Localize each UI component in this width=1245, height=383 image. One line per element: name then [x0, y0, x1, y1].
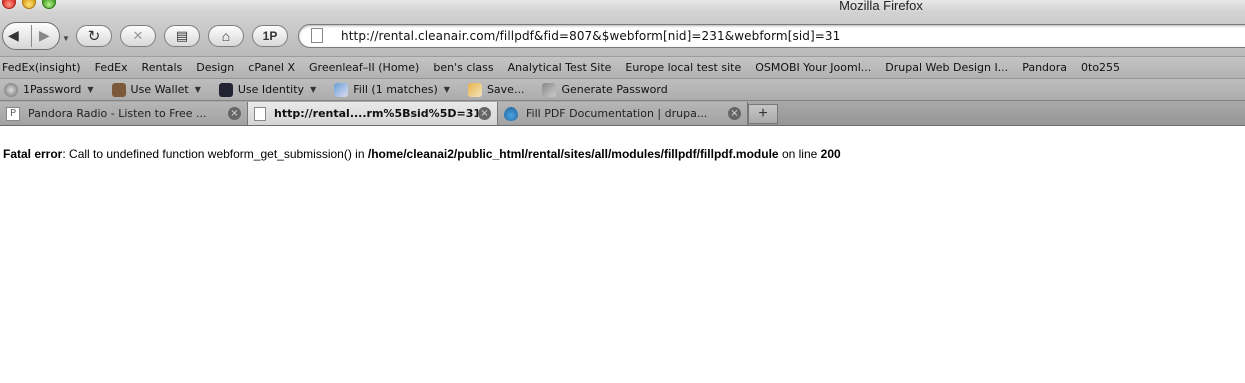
- stop-icon: ✕: [132, 28, 144, 43]
- chevron-down-icon: ▼: [194, 85, 201, 94]
- blank-page-icon: [254, 106, 266, 121]
- onepassword-menu-label: 1Password: [23, 83, 82, 96]
- onepassword-icon: [4, 82, 18, 97]
- use-wallet-menu[interactable]: Use Wallet ▼: [108, 82, 201, 97]
- window-title: Mozilla Firefox: [839, 0, 923, 13]
- tab-fillpdf-documentation[interactable]: Fill PDF Documentation | drupa... ×: [498, 102, 748, 125]
- fill-label: Fill (1 matches): [353, 83, 438, 96]
- fill-icon: [334, 82, 349, 97]
- close-tab-icon[interactable]: ×: [478, 107, 491, 120]
- bookmark-greenleaf[interactable]: Greenleaf–II (Home): [309, 61, 419, 74]
- navigation-toolbar: ◀ ▶ ▼ ↻ ✕ ▤ ⌂ 1P http://rental.cleanair.…: [0, 14, 1245, 56]
- bookmark-europe-local-test-site[interactable]: Europe local test site: [625, 61, 741, 74]
- chevron-down-icon: ▼: [87, 85, 94, 94]
- bookmark-bens-class[interactable]: ben's class: [433, 61, 493, 74]
- error-label: Fatal error: [3, 147, 63, 161]
- onepassword-label: 1P: [262, 29, 278, 43]
- onepassword-toolbar: 1Password ▼ Use Wallet ▼ Use Identity ▼ …: [0, 78, 1245, 100]
- bookmark-fedex-insight[interactable]: FedEx(insight): [2, 61, 81, 74]
- new-tab-button[interactable]: +: [748, 104, 778, 124]
- print-button[interactable]: ▤: [164, 25, 200, 47]
- fill-menu[interactable]: Fill (1 matches) ▼: [330, 82, 450, 97]
- chevron-down-icon: ▼: [443, 85, 450, 94]
- save-login-button[interactable]: Save...: [464, 82, 525, 97]
- home-button[interactable]: ⌂: [208, 25, 244, 47]
- divider: [31, 25, 32, 47]
- back-arrow-icon[interactable]: ◀: [8, 27, 19, 44]
- generate-password-icon: [542, 82, 557, 97]
- bookmark-rentals[interactable]: Rentals: [142, 61, 183, 74]
- tab-rental-fillpdf[interactable]: http://rental....rm%5Bsid%5D=31 ×: [248, 102, 498, 125]
- tab-pandora[interactable]: P Pandora Radio - Listen to Free ... ×: [0, 102, 248, 125]
- bookmark-drupal-web-design[interactable]: Drupal Web Design I...: [885, 61, 1008, 74]
- error-text: : Call to undefined function webform_get…: [62, 147, 368, 161]
- home-icon: ⌂: [221, 28, 231, 44]
- pandora-favicon-icon: P: [6, 106, 20, 121]
- tab-title: http://rental....rm%5Bsid%5D=31: [274, 107, 478, 120]
- error-on-line-text: on line: [778, 147, 821, 161]
- tab-title: Fill PDF Documentation | drupa...: [526, 107, 708, 120]
- bookmark-0to255[interactable]: 0to255: [1081, 61, 1120, 74]
- page-icon: [311, 28, 323, 43]
- bookmark-fedex[interactable]: FedEx: [95, 61, 128, 74]
- use-wallet-label: Use Wallet: [130, 83, 189, 96]
- chevron-down-icon: ▼: [310, 85, 317, 94]
- close-tab-icon[interactable]: ×: [728, 107, 741, 120]
- tab-title: Pandora Radio - Listen to Free ...: [28, 107, 207, 120]
- page-content: Fatal error: Call to undefined function …: [0, 126, 1245, 383]
- bookmark-design[interactable]: Design: [196, 61, 234, 74]
- reload-icon: ↻: [87, 28, 101, 45]
- drupal-favicon-icon: [504, 106, 518, 121]
- close-tab-icon[interactable]: ×: [228, 107, 241, 120]
- use-identity-menu[interactable]: Use Identity ▼: [215, 82, 317, 97]
- stop-button[interactable]: ✕: [120, 25, 156, 47]
- save-icon: [467, 82, 482, 97]
- generate-password-label: Generate Password: [561, 83, 668, 96]
- plus-icon: +: [758, 105, 768, 122]
- reload-button[interactable]: ↻: [76, 25, 112, 47]
- generate-password-button[interactable]: Generate Password: [538, 82, 668, 97]
- url-text[interactable]: http://rental.cleanair.com/fillpdf&fid=8…: [341, 29, 840, 43]
- forward-arrow-icon[interactable]: ▶: [39, 27, 50, 44]
- bookmark-osmobi[interactable]: OSMOBI Your Jooml...: [755, 61, 871, 74]
- title-bar: Mozilla Firefox: [0, 0, 1245, 14]
- bookmarks-bar: FedEx(insight) FedEx Rentals Design cPan…: [0, 56, 1245, 78]
- bookmark-analytical-test-site[interactable]: Analytical Test Site: [508, 61, 612, 74]
- error-file-path: /home/cleanai2/public_html/rental/sites/…: [367, 147, 779, 161]
- back-forward-group: ◀ ▶: [2, 22, 60, 50]
- error-line-number: 200: [820, 147, 841, 161]
- onepassword-button[interactable]: 1P: [252, 25, 288, 47]
- tab-bar: P Pandora Radio - Listen to Free ... × h…: [0, 100, 1245, 126]
- history-dropdown-icon[interactable]: ▼: [62, 34, 70, 43]
- identity-icon: [218, 82, 233, 97]
- print-icon: ▤: [175, 28, 189, 43]
- onepassword-menu[interactable]: 1Password ▼: [0, 82, 94, 97]
- bookmark-cpanel[interactable]: cPanel X: [248, 61, 295, 74]
- bookmark-pandora[interactable]: Pandora: [1022, 61, 1067, 74]
- wallet-icon: [111, 82, 126, 97]
- save-login-label: Save...: [486, 83, 525, 96]
- url-bar[interactable]: http://rental.cleanair.com/fillpdf&fid=8…: [298, 24, 1245, 48]
- use-identity-label: Use Identity: [237, 83, 305, 96]
- fatal-error-message: Fatal error: Call to undefined function …: [3, 147, 841, 161]
